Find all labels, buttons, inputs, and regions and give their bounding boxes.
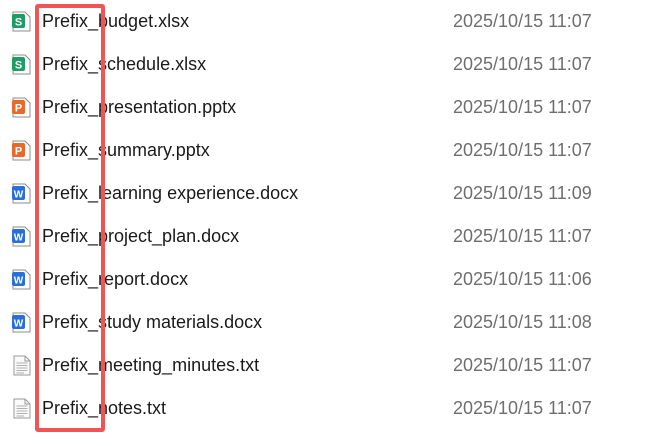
modified-date: 2025/10/15 11:06 (453, 269, 592, 289)
file-name[interactable]: Prefix_summary.pptx (42, 139, 210, 161)
document-icon: W (12, 269, 31, 290)
icon-letter: P (15, 146, 22, 158)
modified-date: 2025/10/15 11:07 (453, 398, 592, 418)
icon-letter: S (15, 60, 22, 72)
file-row[interactable]: W Prefix_study materials.docx 2025/10/15… (0, 301, 648, 344)
spreadsheet-icon: S (12, 54, 31, 75)
file-row[interactable]: S Prefix_budget.xlsx 2025/10/15 11:07 (0, 0, 648, 43)
presentation-icon: P (12, 97, 31, 118)
icon-letter: W (14, 319, 24, 330)
file-row[interactable]: S Prefix_schedule.xlsx 2025/10/15 11:07 (0, 43, 648, 86)
icon-letter: S (15, 17, 22, 29)
file-name[interactable]: Prefix_learning experience.docx (42, 182, 298, 204)
file-name[interactable]: Prefix_study materials.docx (42, 311, 262, 333)
spreadsheet-icon: S (12, 11, 31, 32)
presentation-icon: P (12, 140, 31, 161)
modified-date: 2025/10/15 11:07 (453, 97, 592, 117)
text-file-icon (12, 355, 31, 376)
file-row[interactable]: W Prefix_learning experience.docx 2025/1… (0, 172, 648, 215)
file-row[interactable]: W Prefix_project_plan.docx 2025/10/15 11… (0, 215, 648, 258)
file-name[interactable]: Prefix_project_plan.docx (42, 225, 239, 247)
icon-letter: P (15, 103, 22, 115)
file-name[interactable]: Prefix_schedule.xlsx (42, 53, 206, 75)
modified-date: 2025/10/15 11:09 (453, 183, 592, 203)
file-name[interactable]: Prefix_notes.txt (42, 397, 166, 419)
document-icon: W (12, 226, 31, 247)
file-name[interactable]: Prefix_presentation.pptx (42, 96, 236, 118)
modified-date: 2025/10/15 11:07 (453, 54, 592, 74)
file-name[interactable]: Prefix_report.docx (42, 268, 188, 290)
icon-letter: W (14, 190, 24, 201)
file-row[interactable]: Prefix_notes.txt 2025/10/15 11:07 (0, 387, 648, 430)
file-row[interactable]: P Prefix_summary.pptx 2025/10/15 11:07 (0, 129, 648, 172)
modified-date: 2025/10/15 11:08 (453, 312, 592, 332)
file-row[interactable]: Prefix_meeting_minutes.txt 2025/10/15 11… (0, 344, 648, 387)
file-row[interactable]: W Prefix_report.docx 2025/10/15 11:06 (0, 258, 648, 301)
icon-letter: W (14, 233, 24, 244)
file-name[interactable]: Prefix_meeting_minutes.txt (42, 354, 259, 376)
icon-letter: W (14, 276, 24, 287)
document-icon: W (12, 312, 31, 333)
file-row[interactable]: P Prefix_presentation.pptx 2025/10/15 11… (0, 86, 648, 129)
file-name[interactable]: Prefix_budget.xlsx (42, 10, 189, 32)
document-icon: W (12, 183, 31, 204)
modified-date: 2025/10/15 11:07 (453, 140, 592, 160)
text-file-icon (12, 398, 31, 419)
modified-date: 2025/10/15 11:07 (453, 226, 592, 246)
modified-date: 2025/10/15 11:07 (453, 355, 592, 375)
modified-date: 2025/10/15 11:07 (453, 11, 592, 31)
